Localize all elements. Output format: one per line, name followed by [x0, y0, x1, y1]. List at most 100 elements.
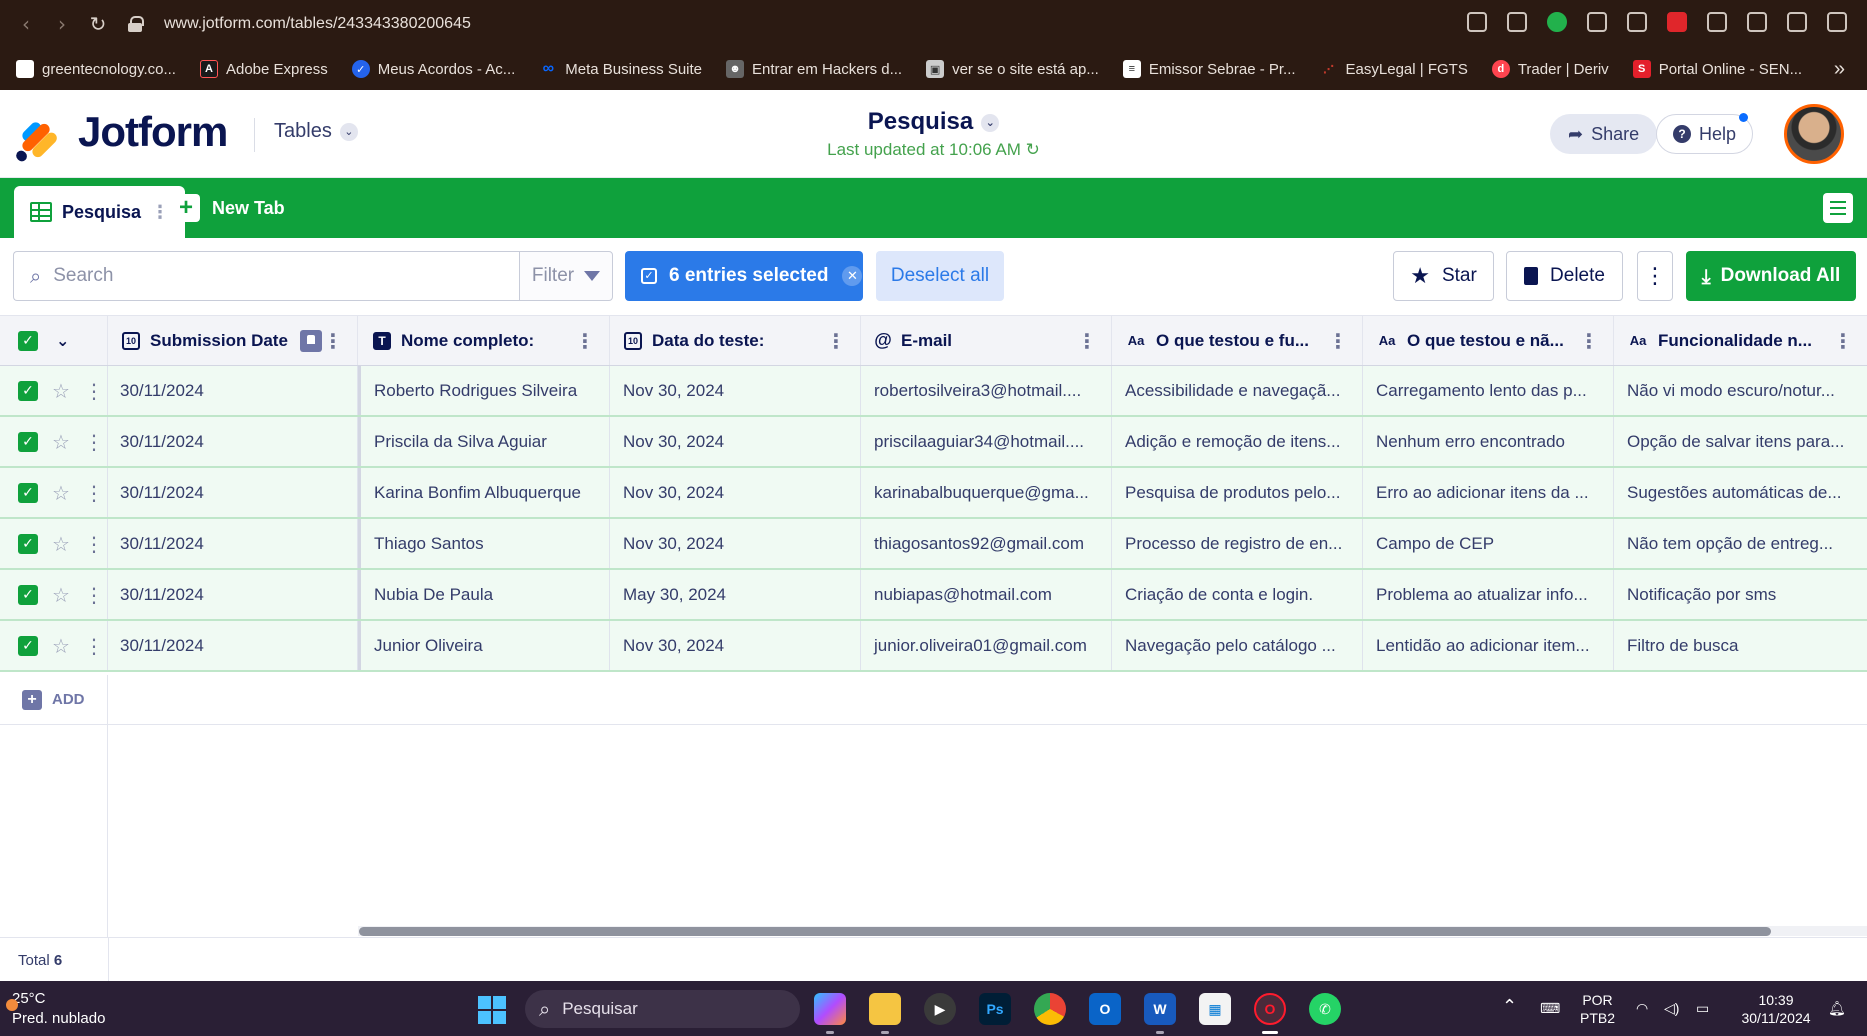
whatsapp-icon[interactable]: ✆	[1309, 993, 1341, 1025]
wifi-icon[interactable]: ◠	[1636, 999, 1648, 1017]
help-button[interactable]: ? Help	[1656, 113, 1754, 154]
table-row[interactable]: ✓ ☆ ⋮ 30/11/2024 Roberto Rodrigues Silveira N…	[0, 366, 1867, 417]
chevron-up-icon[interactable]: ⌃	[1502, 997, 1517, 1015]
notification-bell-icon[interactable]: 🔔︎	[1828, 999, 1846, 1017]
star-icon[interactable]: ☆	[52, 430, 70, 454]
not-worked-cell[interactable]: Campo de CEP	[1363, 519, 1614, 568]
worked-cell[interactable]: Acessibilidade e navegaçã...	[1112, 366, 1363, 415]
reload-icon[interactable]: ↻	[80, 12, 116, 36]
language-indicator[interactable]: POR PTB2	[1580, 991, 1615, 1027]
submission-date-cell[interactable]: 30/11/2024	[108, 468, 358, 517]
play-icon[interactable]	[1587, 12, 1607, 32]
column-header[interactable]: T Nome completo: ⋮	[361, 316, 610, 365]
bookmark-item[interactable]: ⋰ EasyLegal | FGTS	[1320, 60, 1468, 78]
heart-icon[interactable]	[1627, 12, 1647, 32]
filter-button[interactable]: Filter	[519, 251, 613, 301]
chrome-icon[interactable]	[1034, 993, 1066, 1025]
column-options-icon[interactable]: ⋮	[826, 329, 846, 353]
more-options-icon[interactable]: ⋮	[1637, 251, 1673, 301]
new-tab-button[interactable]: + New Tab	[172, 192, 285, 224]
keyboard-icon[interactable]: ⌨	[1540, 999, 1560, 1017]
submission-date-cell[interactable]: 30/11/2024	[108, 621, 358, 670]
table-row[interactable]: ✓ ☆ ⋮ 30/11/2024 Thiago Santos Nov 30, 2024th…	[0, 519, 1867, 570]
bookmark-item[interactable]: S Portal Online - SEN...	[1632, 60, 1802, 78]
worked-cell[interactable]: Processo de registro de en...	[1112, 519, 1363, 568]
bookmark-item[interactable]: ≡ Emissor Sebrae - Pr...	[1122, 60, 1296, 78]
not-worked-cell[interactable]: Lentidão ao adicionar item...	[1363, 621, 1614, 670]
column-options-icon[interactable]: ⋮	[575, 329, 595, 353]
bookmark-item[interactable]: ▣ ver se o site está ap...	[926, 60, 1099, 78]
submission-date-cell[interactable]: 30/11/2024	[108, 417, 358, 466]
row-checkbox[interactable]: ✓	[18, 533, 38, 554]
close-icon[interactable]: ✕	[842, 266, 863, 286]
opera-icon[interactable]: O	[1254, 993, 1286, 1025]
not-worked-cell[interactable]: Erro ao adicionar itens da ...	[1363, 468, 1614, 517]
submission-date-cell[interactable]: 30/11/2024	[108, 519, 358, 568]
chevron-down-icon[interactable]: ⌄	[981, 113, 1000, 132]
table-row[interactable]: ✓ ☆ ⋮ 30/11/2024 Karina Bonfim Albuquerque No…	[0, 468, 1867, 519]
youtube-icon[interactable]	[1667, 12, 1687, 32]
column-options-icon[interactable]: ⋮	[1077, 329, 1097, 353]
column-options-icon[interactable]: ⋮	[1328, 329, 1348, 353]
microsoft-store-icon[interactable]: ▦	[1199, 993, 1231, 1025]
column-header[interactable]: 10 Data do teste: ⋮	[610, 316, 861, 365]
chevron-down-icon[interactable]: ⌄	[56, 331, 69, 351]
worked-cell[interactable]: Adição e remoção de itens...	[1112, 417, 1363, 466]
test-date-cell[interactable]: Nov 30, 2024	[610, 417, 861, 466]
star-icon[interactable]: ☆	[52, 532, 70, 556]
full-name-cell[interactable]: Junior Oliveira	[361, 621, 610, 670]
file-explorer-icon[interactable]	[869, 993, 901, 1025]
full-name-cell[interactable]: Roberto Rodrigues Silveira	[361, 366, 610, 415]
bookmark-item[interactable]: ∞ Meta Business Suite	[539, 60, 702, 78]
email-cell[interactable]: karinabalbuquerque@gma...	[861, 468, 1112, 517]
row-options-icon[interactable]: ⋮	[84, 481, 104, 505]
submission-date-cell[interactable]: 30/11/2024	[108, 366, 358, 415]
test-date-cell[interactable]: Nov 30, 2024	[610, 366, 861, 415]
feature-cell[interactable]: Não vi modo escuro/notur...	[1614, 366, 1867, 415]
download-icon[interactable]	[1787, 12, 1807, 32]
test-date-cell[interactable]: Nov 30, 2024	[610, 621, 861, 670]
row-checkbox[interactable]: ✓	[18, 431, 38, 452]
tab-options-icon[interactable]: ⋮	[151, 202, 169, 223]
test-date-cell[interactable]: May 30, 2024	[610, 570, 861, 619]
column-header[interactable]: 10 Submission Date ⋮	[108, 316, 358, 365]
row-options-icon[interactable]: ⋮	[84, 583, 104, 607]
feature-cell[interactable]: Opção de salvar itens para...	[1614, 417, 1867, 466]
row-options-icon[interactable]: ⋮	[84, 430, 104, 454]
row-options-icon[interactable]: ⋮	[84, 634, 104, 658]
clock[interactable]: 10:39 30/11/2024	[1736, 991, 1816, 1027]
table-row[interactable]: ✓ ☆ ⋮ 30/11/2024 Junior Oliveira Nov 30, 2024…	[0, 621, 1867, 672]
column-options-icon[interactable]: ⋮	[323, 329, 343, 353]
table-row[interactable]: ✓ ☆ ⋮ 30/11/2024 Nubia De Paula May 30, 2024 n…	[0, 570, 1867, 621]
star-icon[interactable]: ☆	[52, 634, 70, 658]
share-button[interactable]: ➦ Share	[1550, 114, 1658, 154]
email-cell[interactable]: nubiapas@hotmail.com	[861, 570, 1112, 619]
add-row-button[interactable]: + ADD	[0, 675, 108, 724]
bookmark-item[interactable]: d Trader | Deriv	[1491, 60, 1609, 78]
feature-cell[interactable]: Notificação por sms	[1614, 570, 1867, 619]
column-header[interactable]: @ E-mail ⋮	[861, 316, 1112, 365]
not-worked-cell[interactable]: Problema ao atualizar info...	[1363, 570, 1614, 619]
full-name-cell[interactable]: Priscila da Silva Aguiar	[361, 417, 610, 466]
pin-icon[interactable]	[299, 329, 322, 352]
column-options-icon[interactable]: ⋮	[1833, 329, 1853, 353]
email-cell[interactable]: priscilaaguiar34@hotmail....	[861, 417, 1112, 466]
feature-cell[interactable]: Não tem opção de entreg...	[1614, 519, 1867, 568]
outlook-icon[interactable]: O	[1089, 993, 1121, 1025]
row-checkbox[interactable]: ✓	[18, 380, 38, 401]
url-field[interactable]: www.jotform.com/tables/243343380200645	[164, 15, 471, 33]
windows-start-icon[interactable]	[478, 996, 506, 1024]
more-bookmarks-icon[interactable]: »	[1834, 58, 1845, 81]
full-name-cell[interactable]: Nubia De Paula	[361, 570, 610, 619]
email-cell[interactable]: junior.oliveira01@gmail.com	[861, 621, 1112, 670]
photoshop-icon[interactable]: Ps	[979, 993, 1011, 1025]
forward-icon[interactable]: ›	[44, 12, 80, 36]
entries-selected-button[interactable]: ✓ 6 entries selected ✕	[625, 251, 863, 301]
shield-check-icon[interactable]	[1547, 12, 1567, 32]
select-all-checkbox[interactable]: ✓	[18, 330, 38, 351]
tab-pesquisa[interactable]: Pesquisa ⋮	[14, 186, 186, 238]
profile-icon[interactable]	[1747, 12, 1767, 32]
column-header[interactable]: Aa O que testou e fu... ⋮	[1112, 316, 1363, 365]
back-icon[interactable]: ‹	[8, 12, 44, 36]
camera-icon[interactable]	[1507, 12, 1527, 32]
